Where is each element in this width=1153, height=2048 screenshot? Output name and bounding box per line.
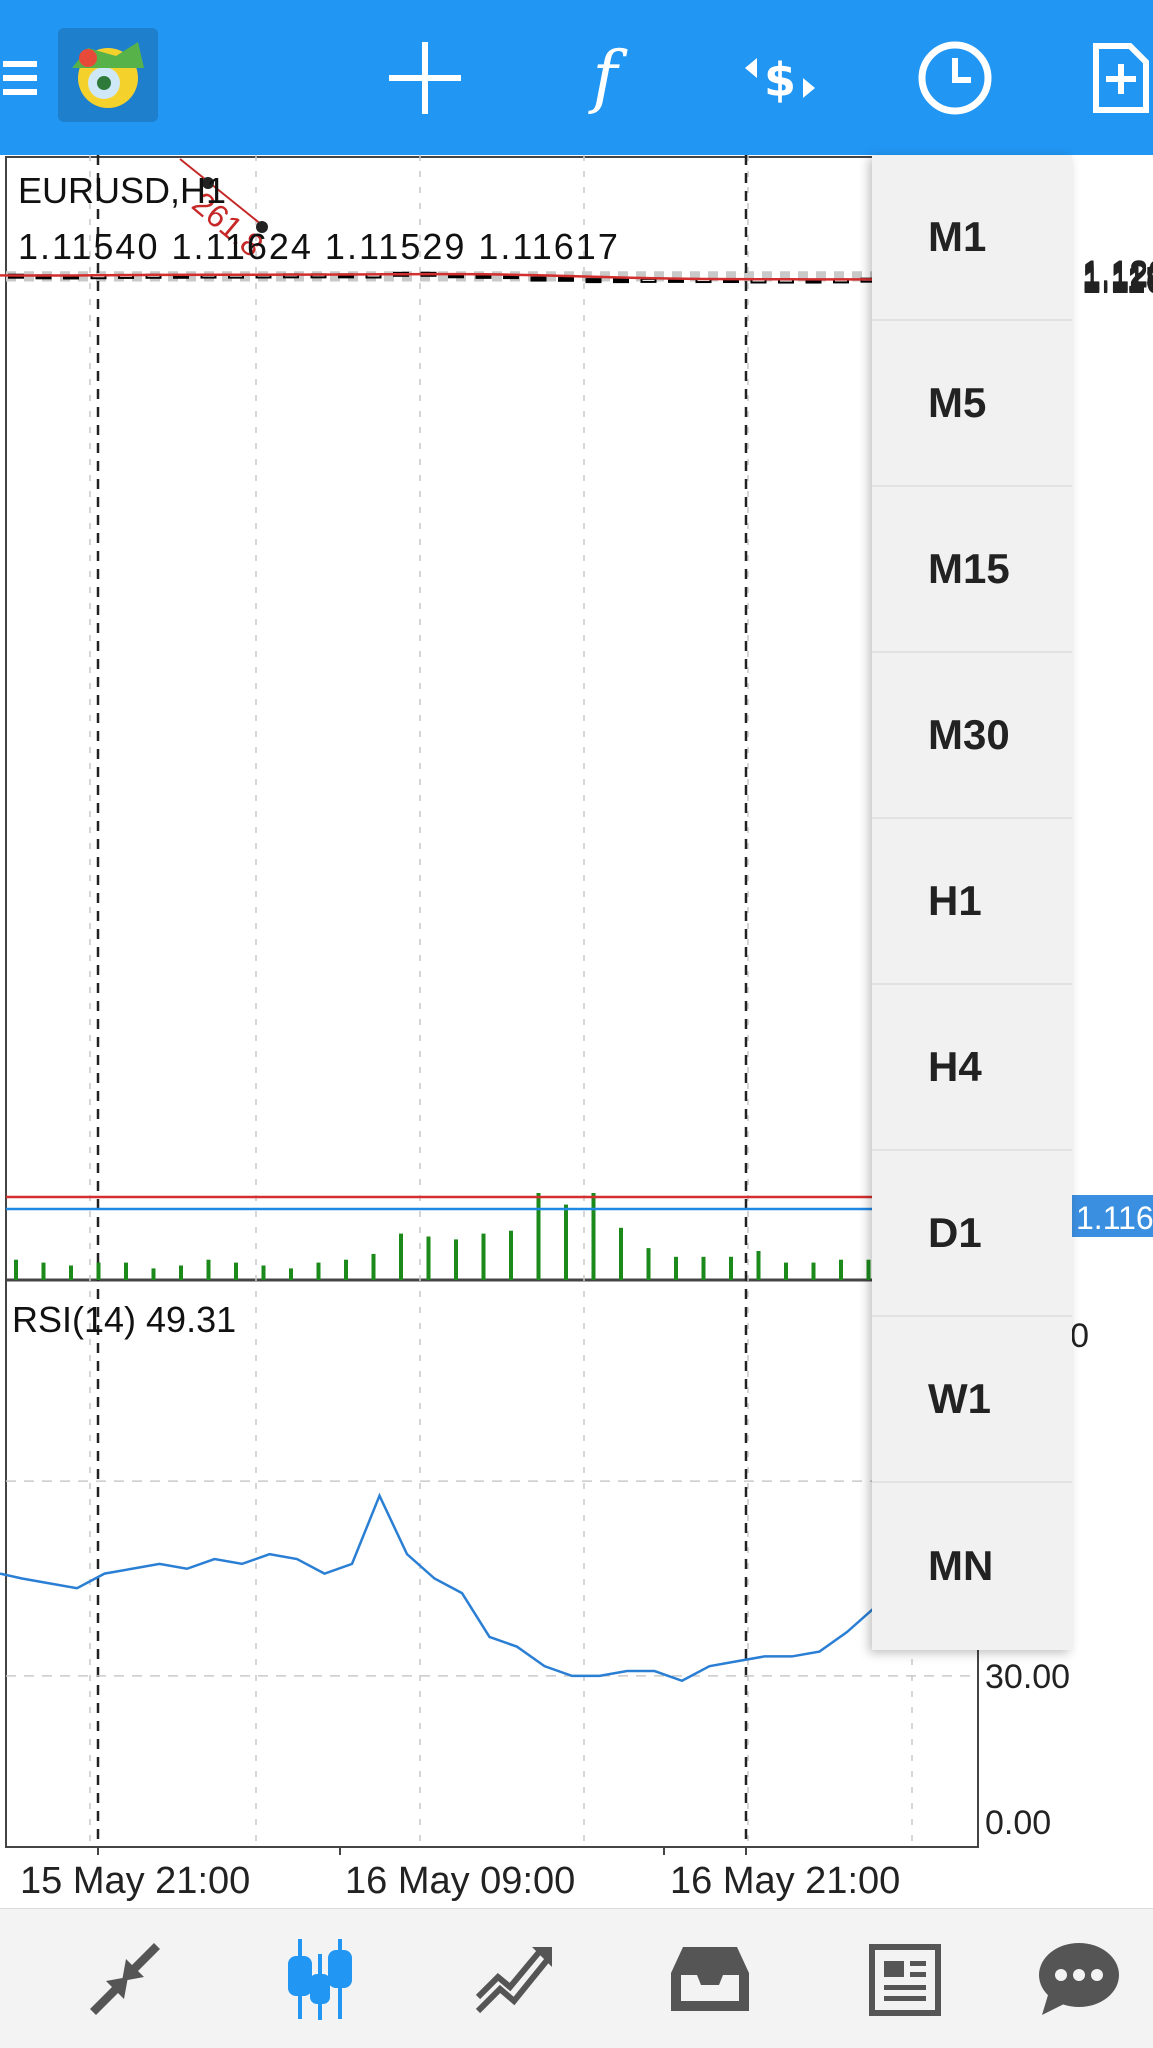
- timeframe-m30[interactable]: M30: [872, 653, 1072, 819]
- volume-bar: [14, 1259, 18, 1280]
- menu-icon[interactable]: [0, 0, 46, 155]
- time-axis-label: 16 May 21:00: [670, 1860, 900, 1902]
- indicators-icon[interactable]: f: [560, 0, 650, 155]
- bottom-navigation: [0, 1908, 1153, 2048]
- volume-bar: [454, 1239, 458, 1280]
- volume-bar: [124, 1262, 128, 1280]
- chart-frame: [5, 156, 979, 1848]
- time-axis-label: 16 May 09:00: [345, 1860, 575, 1902]
- history-icon[interactable]: [635, 1909, 785, 2048]
- volume-bar: [646, 1248, 651, 1280]
- rsi-axis-label: 0.00: [985, 1804, 1051, 1842]
- volume-bar: [481, 1233, 486, 1280]
- news-icon[interactable]: [830, 1909, 980, 2048]
- candlestick: [530, 276, 547, 282]
- volume-bar: [261, 1265, 266, 1280]
- bid-price-label: 1.11617: [1076, 1200, 1153, 1236]
- trade-icon[interactable]: [440, 1909, 590, 2048]
- volume-bar: [234, 1262, 238, 1280]
- chart-mark: [613, 278, 629, 284]
- volume-bar: [536, 1193, 541, 1280]
- candlestick: [558, 276, 574, 282]
- volume-bar: [811, 1262, 816, 1280]
- volume-bar: [591, 1193, 596, 1280]
- svg-text:f: f: [587, 38, 628, 117]
- volume-bar: [399, 1233, 403, 1280]
- add-object-icon[interactable]: [1090, 0, 1153, 155]
- timeframe-clock-icon[interactable]: [905, 0, 1005, 155]
- volume-bar: [289, 1268, 293, 1280]
- volume-bar: [316, 1262, 321, 1280]
- rsi-label: RSI(14) 49.31: [12, 1299, 236, 1340]
- volume-bar: [756, 1251, 761, 1280]
- symbol-label: EURUSD,H1: [18, 170, 226, 211]
- volume-bar: [151, 1268, 156, 1280]
- chart-mark: [558, 276, 574, 282]
- trade-icon[interactable]: $: [730, 0, 830, 155]
- volume-bar: [674, 1256, 678, 1280]
- volume-bar: [371, 1253, 376, 1280]
- price-axis-label: 1.11645: [1082, 263, 1153, 301]
- volume-bar: [866, 1259, 871, 1280]
- chart-mark: [530, 276, 547, 282]
- candlestick: [585, 278, 602, 284]
- volume-bar: [784, 1262, 788, 1280]
- volume-bar: [179, 1265, 183, 1280]
- timeframe-h1[interactable]: H1: [872, 819, 1072, 985]
- top-toolbar: f $: [0, 0, 1153, 155]
- volume-bar: [839, 1259, 843, 1280]
- quotes-icon[interactable]: [50, 1909, 200, 2048]
- volume-bar: [509, 1230, 513, 1280]
- timeframe-d1[interactable]: D1: [872, 1151, 1072, 1317]
- chart-group: [5, 155, 979, 1855]
- timeframe-m15[interactable]: M15: [872, 487, 1072, 653]
- timeframe-m1[interactable]: M1: [872, 155, 1072, 321]
- volume-bar: [96, 1262, 101, 1280]
- crosshair-icon[interactable]: [380, 0, 470, 155]
- chart-group: [14, 1193, 871, 1280]
- ohlc-label: 1.11540 1.11624 1.11529 1.11617: [18, 226, 620, 267]
- svg-text:$: $: [764, 53, 796, 107]
- volume-bar: [426, 1236, 431, 1280]
- volume-bar: [729, 1256, 733, 1280]
- volume-bar: [564, 1204, 568, 1280]
- candlestick: [613, 278, 629, 284]
- timeframe-h4[interactable]: H4: [872, 985, 1072, 1151]
- chat-icon[interactable]: [1005, 1909, 1153, 2048]
- rsi-line: [0, 1492, 876, 1683]
- volume-bar: [206, 1259, 211, 1280]
- time-axis-label: 15 May 21:00: [20, 1860, 250, 1902]
- chart-mark: [585, 278, 602, 284]
- volume-bar: [69, 1265, 73, 1280]
- volume-bar: [344, 1259, 348, 1280]
- app-logo-icon[interactable]: [58, 28, 158, 122]
- volume-bar: [619, 1227, 623, 1280]
- volume-bar: [41, 1262, 46, 1280]
- timeframe-mn[interactable]: MN: [872, 1483, 1072, 1649]
- timeframe-w1[interactable]: W1: [872, 1317, 1072, 1483]
- timeframe-menu: M1 M5 M15 M30 H1 H4 D1 W1 MN: [872, 155, 1072, 1650]
- timeframe-m5[interactable]: M5: [872, 321, 1072, 487]
- rsi-axis-label: 30.00: [985, 1658, 1070, 1696]
- chart-icon[interactable]: [245, 1909, 395, 2048]
- volume-bar: [701, 1256, 706, 1280]
